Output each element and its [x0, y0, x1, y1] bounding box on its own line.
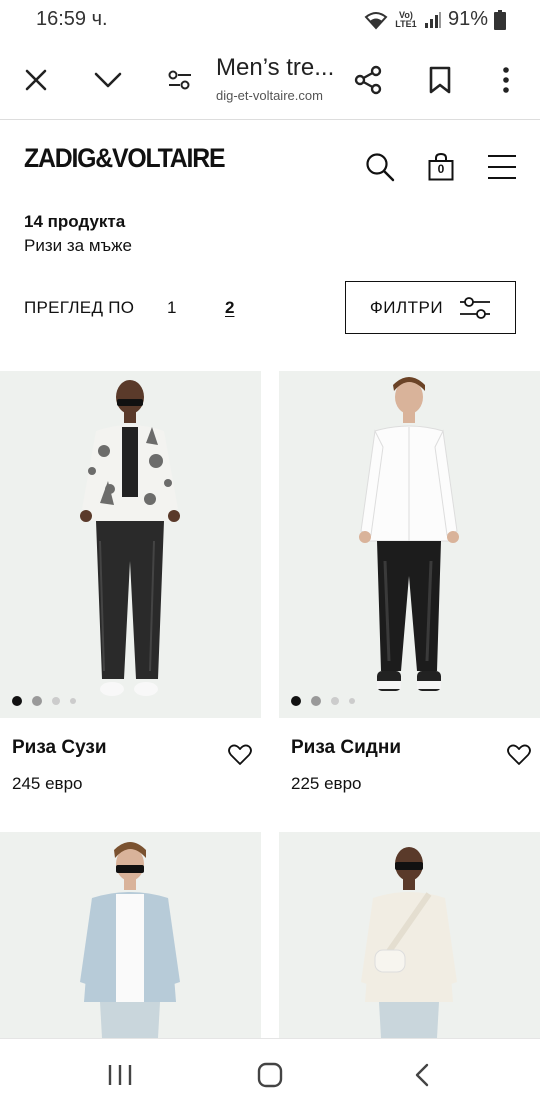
model-figure	[80, 380, 180, 696]
page-url[interactable]: dig-et-voltaire.com	[216, 88, 346, 103]
chevron-down-icon	[94, 72, 122, 88]
back-button[interactable]	[402, 1059, 442, 1091]
status-indicators: Vo) LTE1 91%	[364, 8, 506, 31]
menu-button[interactable]	[484, 149, 520, 185]
product-price: 225 евро	[291, 774, 362, 793]
pagination-label: ПРЕГЛЕД ПО	[24, 298, 135, 317]
carousel-dot[interactable]	[291, 696, 301, 706]
status-bar: 16:59 ч. Vo) LTE1 91%	[0, 0, 540, 40]
recent-apps-button[interactable]	[100, 1059, 140, 1091]
wishlist-button[interactable]	[225, 741, 255, 769]
minimize-button[interactable]	[88, 60, 128, 100]
bag-icon: 0	[428, 153, 454, 181]
carousel-dot[interactable]	[311, 696, 321, 706]
close-tab-button[interactable]	[16, 60, 56, 100]
close-icon	[25, 69, 47, 91]
home-icon	[257, 1062, 283, 1088]
carousel-dot[interactable]	[349, 698, 355, 704]
carousel-dot[interactable]	[70, 698, 76, 704]
page-link-2[interactable]: 2	[225, 298, 234, 318]
heart-icon	[507, 744, 531, 765]
wifi-icon	[364, 10, 388, 30]
category-title: Ризи за мъже	[24, 236, 132, 255]
battery-icon	[494, 9, 506, 30]
cart-count: 0	[437, 162, 445, 176]
product-image[interactable]	[0, 371, 261, 718]
product-name[interactable]: Риза Сузи	[12, 737, 107, 759]
battery-percent: 91%	[447, 8, 488, 30]
carousel-dot[interactable]	[32, 696, 42, 706]
model-figure	[80, 842, 180, 1038]
product-count: 14 продукта	[24, 212, 126, 231]
heart-icon	[228, 744, 252, 765]
filter-sliders-icon	[460, 296, 491, 319]
image-carousel-dots[interactable]	[12, 696, 76, 706]
browser-toolbar: Men’s tre... dig-et-voltaire.com	[0, 40, 540, 120]
back-icon	[415, 1063, 429, 1087]
bookmark-button[interactable]	[420, 60, 460, 100]
product-name[interactable]: Риза Сидни	[291, 737, 401, 759]
carousel-dot[interactable]	[12, 696, 22, 706]
page-title[interactable]: Men’s tre...	[216, 54, 346, 82]
brand-logo[interactable]: ZADIG&VOLTAIRE	[24, 143, 226, 174]
signal-icon	[424, 11, 442, 29]
network-label: Vo) LTE1	[395, 9, 417, 29]
carousel-dot[interactable]	[52, 697, 60, 705]
share-icon	[354, 65, 382, 95]
page-link-1[interactable]: 1	[167, 298, 176, 318]
bookmark-icon	[429, 66, 451, 94]
share-button[interactable]	[348, 60, 388, 100]
more-vertical-icon	[503, 67, 509, 93]
product-price: 245 евро	[12, 774, 83, 793]
product-image[interactable]	[279, 832, 540, 1038]
recent-apps-icon	[108, 1065, 132, 1085]
status-time: 16:59 ч.	[36, 8, 108, 30]
more-options-button[interactable]	[486, 60, 526, 100]
model-figure	[359, 377, 459, 691]
product-image[interactable]	[0, 832, 261, 1038]
hamburger-icon	[488, 155, 516, 179]
site-header: ZADIG&VOLTAIRE 0	[0, 121, 540, 207]
filter-label: ФИЛТРИ	[369, 297, 444, 317]
model-figure	[361, 847, 457, 1038]
search-button[interactable]	[362, 149, 398, 185]
system-nav-bar	[0, 1038, 540, 1110]
home-button[interactable]	[250, 1059, 290, 1091]
wishlist-button[interactable]	[504, 741, 534, 769]
filter-button[interactable]: ФИЛТРИ	[345, 281, 516, 334]
search-icon	[366, 153, 395, 182]
cart-button[interactable]: 0	[423, 149, 459, 185]
image-carousel-dots[interactable]	[291, 696, 355, 706]
tune-icon	[168, 70, 191, 90]
product-image[interactable]	[279, 371, 540, 718]
site-settings-button[interactable]	[160, 60, 200, 100]
carousel-dot[interactable]	[331, 697, 339, 705]
